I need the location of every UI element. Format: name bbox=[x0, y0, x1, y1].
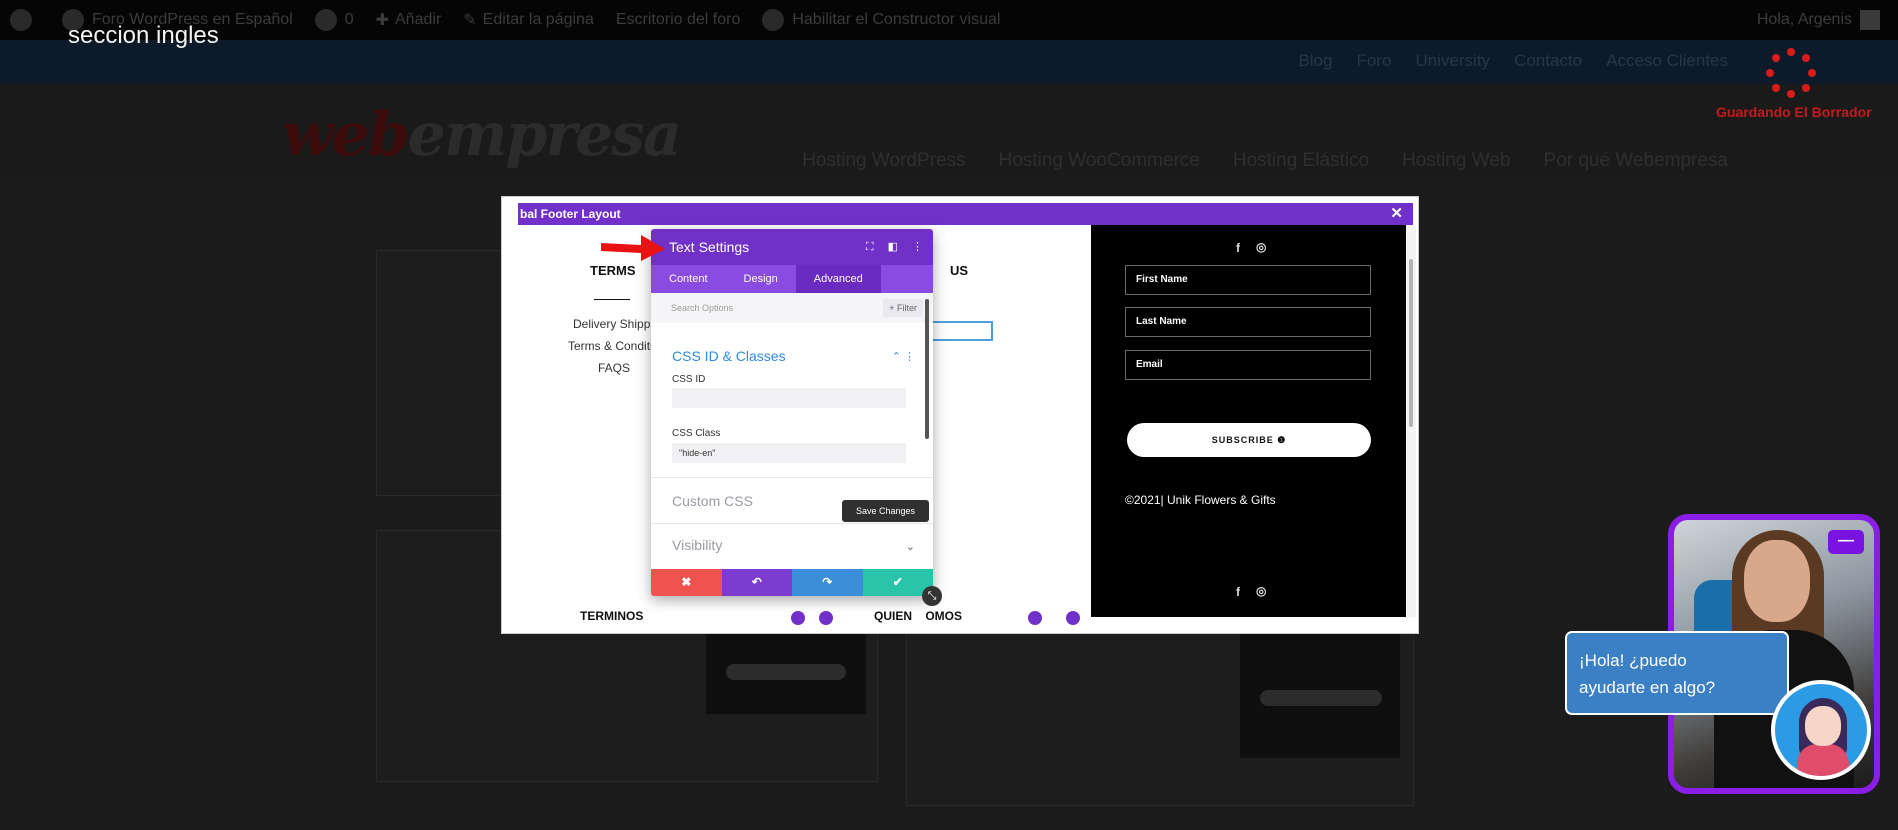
presenter-video bbox=[1744, 540, 1810, 622]
email-field[interactable]: Email bbox=[1125, 350, 1371, 380]
tab-content[interactable]: Content bbox=[651, 265, 726, 293]
terms-divider bbox=[594, 299, 630, 300]
plus-icon: ✚ bbox=[375, 12, 389, 29]
fullscreen-icon[interactable]: ⛶ bbox=[866, 229, 874, 265]
saving-label: Guardando El Borrador bbox=[1716, 104, 1872, 120]
saving-indicator: Guardando El Borrador bbox=[1716, 48, 1872, 120]
main-nav-por-que[interactable]: Por qué Webempresa bbox=[1544, 150, 1728, 172]
admin-bar-visual-builder[interactable]: Habilitar el Constructor visual bbox=[762, 9, 1000, 31]
css-class-field[interactable]: "hide-en" bbox=[672, 443, 906, 463]
avatar bbox=[1860, 10, 1880, 30]
chat-greeting-line: ¡Hola! ¿puedo bbox=[1579, 651, 1687, 670]
terminos-heading: TERMINOS bbox=[580, 609, 644, 623]
chevron-up-icon[interactable]: ⌃ ⋮ bbox=[892, 350, 915, 363]
redo-button[interactable]: ↷ bbox=[792, 569, 863, 596]
search-input[interactable]: Search Options bbox=[671, 303, 733, 313]
builder-dot[interactable] bbox=[791, 611, 805, 625]
css-id-field[interactable] bbox=[672, 388, 906, 408]
close-icon[interactable]: ✕ bbox=[1390, 203, 1403, 225]
chat-greeting-bubble[interactable]: ¡Hola! ¿puedo ayudarte en algo? bbox=[1565, 631, 1789, 715]
admin-bar-new[interactable]: ✚ Añadir bbox=[376, 10, 442, 30]
us-heading: US bbox=[950, 263, 969, 278]
main-nav-hosting-web[interactable]: Hosting Web bbox=[1402, 150, 1510, 172]
modal-scrollbar[interactable] bbox=[1406, 225, 1416, 617]
admin-bar-account[interactable]: Hola, Argenis bbox=[1757, 0, 1880, 40]
discard-button[interactable]: ✖ bbox=[651, 569, 722, 596]
search-options[interactable]: Search Options + Filter bbox=[651, 293, 933, 323]
admin-bar-edit[interactable]: ✎ Editar la página bbox=[463, 10, 594, 30]
resize-handle-icon[interactable]: ⤡ bbox=[922, 586, 942, 606]
builder-dot[interactable] bbox=[1066, 611, 1080, 625]
copyright-text: ©2021| Unik Flowers & Gifts bbox=[1125, 493, 1276, 507]
tab-design[interactable]: Design bbox=[726, 265, 796, 293]
terms-link[interactable]: Delivery Shippin bbox=[573, 317, 660, 331]
layout-preview-button bbox=[1260, 690, 1382, 706]
chevron-down-icon[interactable]: ⌄ bbox=[906, 540, 915, 553]
panel-header[interactable]: Text Settings ⛶ ◧ ⋮ bbox=[651, 229, 933, 265]
main-nav-hosting-woocommerce[interactable]: Hosting WooCommerce bbox=[999, 150, 1200, 172]
panel-footer: ✖ ↶ ↷ ✔ bbox=[651, 569, 933, 596]
admin-bar-comments[interactable]: 0 bbox=[314, 9, 354, 31]
terms-heading: TERMS bbox=[590, 263, 636, 278]
top-nav-acceso-clientes[interactable]: Acceso Clientes bbox=[1606, 51, 1728, 71]
panel-scrollbar[interactable] bbox=[925, 299, 929, 439]
panel-tabs: Content Design Advanced bbox=[651, 265, 933, 293]
facebook-icon[interactable]: f bbox=[1236, 241, 1240, 255]
comment-icon bbox=[314, 9, 337, 31]
panel-title: Text Settings bbox=[669, 239, 750, 255]
filter-button[interactable]: + Filter bbox=[883, 299, 923, 317]
section-visibility[interactable]: Visibility bbox=[672, 537, 722, 553]
builder-dot[interactable] bbox=[819, 611, 833, 625]
builder-dot[interactable] bbox=[1028, 611, 1042, 625]
top-nav-university[interactable]: University bbox=[1415, 51, 1490, 71]
modal-title: bal Footer Layout bbox=[520, 207, 621, 221]
facebook-icon[interactable]: f bbox=[1236, 585, 1240, 599]
top-nav-contacto[interactable]: Contacto bbox=[1514, 51, 1582, 71]
first-name-field[interactable]: First Name bbox=[1125, 265, 1371, 295]
loading-spinner-icon bbox=[1766, 48, 1816, 98]
text-settings-panel: Text Settings ⛶ ◧ ⋮ Content Design Advan… bbox=[651, 229, 933, 596]
minimize-button[interactable]: — bbox=[1828, 530, 1864, 554]
save-changes-tooltip: Save Changes bbox=[842, 500, 930, 522]
instagram-icon[interactable]: ◎ bbox=[1256, 240, 1266, 254]
sidebar-icon[interactable]: ◧ bbox=[888, 229, 898, 265]
admin-bar: Foro WordPress en Español 0 ✚ Añadir ✎ Edi… bbox=[0, 0, 1898, 40]
css-id-label: CSS ID bbox=[672, 374, 706, 385]
last-name-field[interactable]: Last Name bbox=[1125, 307, 1371, 337]
footer-newsletter-area: f ◎ First Name Last Name Email SUBSCRIBE… bbox=[1091, 225, 1407, 617]
subscribe-button[interactable]: SUBSCRIBE ❶ bbox=[1127, 423, 1371, 457]
admin-bar-dashboard[interactable]: Escritorio del foro bbox=[616, 11, 741, 29]
main-nav-hosting-elastico[interactable]: Hosting Elástico bbox=[1233, 150, 1369, 172]
undo-button[interactable]: ↶ bbox=[721, 569, 792, 596]
terms-link[interactable]: FAQS bbox=[598, 361, 630, 375]
webempresa-logo[interactable]: webempresa bbox=[282, 100, 682, 170]
divi-icon bbox=[762, 9, 785, 31]
annotation-arrow-icon bbox=[601, 235, 665, 261]
terms-link[interactable]: Terms & Conditio bbox=[568, 339, 659, 353]
chat-avatar-icon[interactable] bbox=[1771, 680, 1871, 780]
css-class-label: CSS Class bbox=[672, 428, 721, 439]
more-icon[interactable]: ⋮ bbox=[912, 229, 923, 265]
section-custom-css[interactable]: Custom CSS bbox=[672, 493, 753, 509]
top-nav: Blog Foro University Contacto Acceso Cli… bbox=[0, 40, 1898, 84]
video-title: seccion ingles bbox=[68, 22, 219, 49]
main-nav-hosting-wordpress[interactable]: Hosting WordPress bbox=[802, 150, 965, 172]
instagram-icon[interactable]: ◎ bbox=[1256, 584, 1266, 598]
modal-header: bal Footer Layout ✕ bbox=[518, 203, 1413, 225]
wordpress-logo-icon[interactable] bbox=[10, 9, 40, 31]
tab-advanced[interactable]: Advanced bbox=[795, 265, 881, 293]
top-nav-blog[interactable]: Blog bbox=[1298, 51, 1332, 71]
quienes-somos-heading: QUIEN OMOS bbox=[874, 609, 963, 623]
section-css-id-classes[interactable]: CSS ID & Classes bbox=[672, 348, 786, 364]
top-nav-foro[interactable]: Foro bbox=[1356, 51, 1391, 71]
layout-preview-button bbox=[726, 664, 846, 680]
main-nav: Hosting WordPress Hosting WooCommerce Ho… bbox=[802, 150, 1728, 172]
pencil-icon: ✎ bbox=[463, 12, 477, 29]
chat-greeting-line: ayudarte en algo? bbox=[1579, 678, 1716, 697]
